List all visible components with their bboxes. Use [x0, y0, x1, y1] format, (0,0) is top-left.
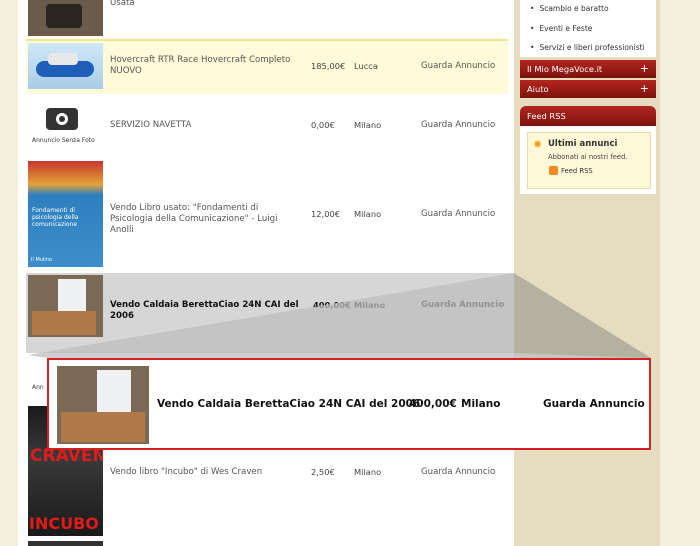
- expand-icon[interactable]: +: [640, 60, 649, 78]
- no-photo-caption: Annuncio Senza Foto: [32, 137, 95, 144]
- feed-rss-link[interactable]: Feed RSS: [561, 167, 593, 175]
- view-listing-link[interactable]: Guarda Annuncio: [421, 61, 495, 71]
- partial-thumb-caption: Ann: [32, 384, 44, 391]
- book-cover-title: Fondamenti di psicologia della comunicaz…: [32, 207, 79, 228]
- listing-row[interactable]: Vendo Caldaia BerettaCiao 24N CAI del 20…: [28, 273, 508, 339]
- listing-title[interactable]: Usata: [110, 0, 300, 9]
- menu-label: Il Mio MegaVoce.it: [527, 64, 603, 74]
- listing-row[interactable]: Annuncio Senza Foto SERVIZIO NAVETTA 0,0…: [28, 100, 508, 158]
- book-cover-publisher: Il Mulino: [31, 257, 52, 263]
- listing-price: 185,00€: [311, 61, 346, 71]
- listing-price: 12,00€: [311, 209, 341, 219]
- listing-city: Milano: [354, 120, 382, 130]
- rss-icon[interactable]: [549, 166, 558, 175]
- listing-title[interactable]: SERVIZIO NAVETTA: [110, 120, 300, 131]
- listing-price: 2,50€: [311, 467, 335, 477]
- sidebar-link-scambio[interactable]: Scambio e baratto: [530, 4, 608, 13]
- listing-thumbnail[interactable]: [28, 43, 103, 89]
- callout-city: Milano: [461, 398, 501, 410]
- listing-city: Milano: [354, 300, 386, 310]
- listing-city: Milano: [354, 209, 382, 219]
- camera-icon: [46, 108, 78, 130]
- listing-thumbnail[interactable]: [28, 0, 103, 36]
- menu-il-mio-megavoce[interactable]: Il Mio MegaVoce.it +: [520, 60, 656, 78]
- callout-thumbnail[interactable]: [57, 366, 149, 444]
- menu-aiuto[interactable]: Aiuto +: [520, 80, 656, 98]
- view-listing-link[interactable]: Guarda Annuncio: [421, 209, 495, 219]
- sidebar-link-eventi[interactable]: Eventi e Feste: [530, 24, 592, 33]
- listing-row[interactable]: Hovercraft RTR Race Hovercraft Completo …: [28, 41, 508, 91]
- listing-row[interactable]: Fondamenti di psicologia della comunicaz…: [28, 161, 508, 267]
- feed-title: Ultimi annunci: [548, 139, 618, 149]
- listing-row[interactable]: Usata: [28, 0, 508, 38]
- listing-city: Milano: [354, 467, 382, 477]
- listing-thumbnail[interactable]: [28, 275, 103, 337]
- zoomed-listing-callout[interactable]: Vendo Caldaia BerettaCiao 24N CAI del 20…: [47, 358, 651, 450]
- star-icon: ✸: [533, 138, 543, 151]
- cover-bottom-text: INCUBO: [29, 514, 99, 533]
- view-listing-link[interactable]: Guarda Annuncio: [421, 300, 504, 310]
- listing-title[interactable]: Vendo Libro usato: "Fondamenti di Psicol…: [110, 203, 300, 236]
- listing-price: 0,00€: [311, 120, 335, 130]
- feed-subtitle: Abbonati ai nostri feed.: [548, 153, 628, 161]
- callout-view-link[interactable]: Guarda Annuncio: [543, 398, 645, 410]
- listing-thumbnail[interactable]: Fondamenti di psicologia della comunicaz…: [28, 161, 103, 267]
- view-listing-link[interactable]: Guarda Annuncio: [421, 120, 495, 130]
- listing-title[interactable]: Vendo libro "Incubo" di Wes Craven: [110, 467, 300, 478]
- sidebar-link-servizi[interactable]: Servizi e liberi professionisti: [530, 43, 644, 52]
- listing-price: 400,00€: [313, 300, 351, 310]
- listing-title[interactable]: Hovercraft RTR Race Hovercraft Completo …: [110, 55, 300, 77]
- menu-label: Aiuto: [527, 84, 549, 94]
- listing-city: Lucca: [354, 61, 378, 71]
- listing-title[interactable]: Vendo Caldaia BerettaCiao 24N CAI del 20…: [110, 300, 320, 322]
- expand-icon[interactable]: +: [640, 80, 649, 98]
- callout-price: 400,00€: [409, 398, 457, 410]
- feed-header-label: Feed RSS: [527, 111, 566, 121]
- feed-rss-header: Feed RSS: [520, 106, 656, 126]
- callout-title[interactable]: Vendo Caldaia BerettaCiao 24N CAI del 20…: [157, 398, 420, 410]
- view-listing-link[interactable]: Guarda Annuncio: [421, 467, 495, 477]
- next-thumbnail-edge: [28, 541, 103, 546]
